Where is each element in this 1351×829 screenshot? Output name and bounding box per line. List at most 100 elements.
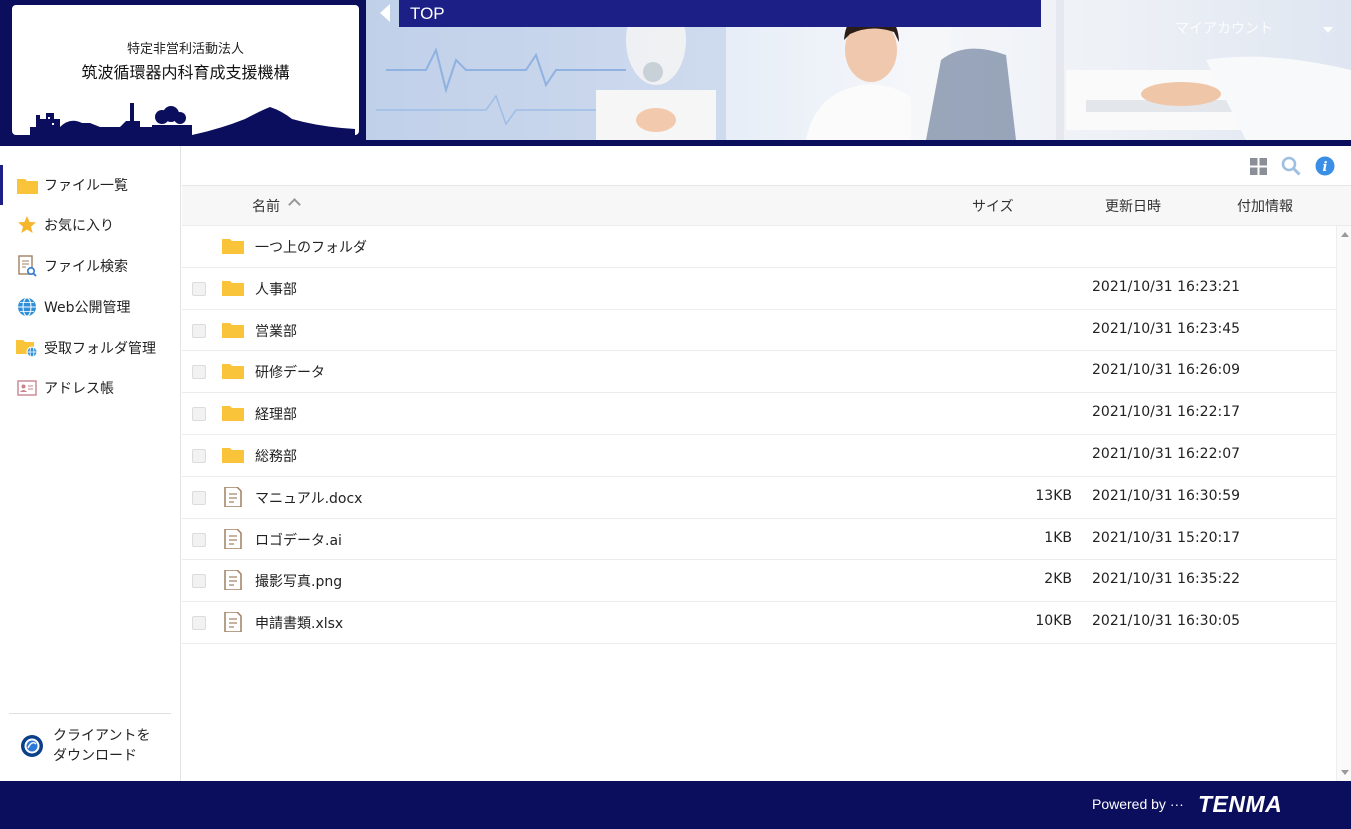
table-row[interactable]: 営業部 2021/10/31 16:23:45 [182, 310, 1336, 352]
client-app-icon [21, 735, 43, 757]
star-icon [16, 214, 38, 236]
row-checkbox[interactable] [192, 574, 206, 589]
table-row[interactable]: マニュアル.docx 13KB 2021/10/31 16:30:59 [182, 477, 1336, 519]
sidebar-item-label: アドレス帳 [44, 381, 114, 397]
breadcrumb[interactable]: TOP [399, 0, 1041, 27]
file-name[interactable]: 撮影写真.png [255, 571, 342, 591]
document-icon [224, 528, 242, 549]
file-size: 13KB [1035, 487, 1072, 504]
column-header-size[interactable]: サイズ [972, 196, 1014, 216]
document-icon [224, 612, 242, 633]
file-date: 2021/10/31 16:35:22 [1092, 571, 1241, 588]
org-logo[interactable]: 特定非営利活動法人 筑波循環器内科育成支援機構 [12, 5, 359, 135]
folder-icon [16, 174, 38, 196]
my-account-menu[interactable]: マイアカウント [1175, 18, 1273, 38]
org-name-label: 筑波循環器内科育成支援機構 [81, 63, 290, 82]
sidebar-item-label: ファイル一覧 [44, 178, 128, 194]
info-icon[interactable]: i [1315, 156, 1335, 176]
table-row[interactable]: 人事部 2021/10/31 16:23:21 [182, 268, 1336, 310]
folder-globe-icon [16, 337, 38, 359]
column-header-date[interactable]: 更新日時 [1105, 196, 1161, 216]
file-list: 一つ上のフォルダ 人事部 2021/10/31 16:23:21 営業部 202… [182, 226, 1336, 644]
chevron-down-icon[interactable] [1323, 27, 1333, 33]
file-name[interactable]: 総務部 [255, 446, 297, 466]
sidebar-item-favorites[interactable]: お気に入り [0, 205, 181, 245]
file-size: 10KB [1035, 613, 1072, 630]
scroll-down-icon[interactable] [1341, 770, 1349, 775]
folder-icon [222, 364, 244, 380]
sidebar-item-file-search[interactable]: ファイル検索 [0, 246, 181, 286]
row-checkbox[interactable] [192, 532, 206, 547]
file-date: 2021/10/31 16:30:59 [1092, 487, 1241, 504]
scroll-up-icon[interactable] [1341, 232, 1349, 237]
svg-text:i: i [1323, 160, 1328, 175]
folder-icon [222, 280, 244, 296]
table-row[interactable]: 申請書類.xlsx 10KB 2021/10/31 16:30:05 [182, 602, 1336, 644]
row-checkbox[interactable] [192, 281, 206, 296]
file-date: 2021/10/31 16:23:45 [1092, 320, 1241, 337]
file-date: 2021/10/31 16:22:07 [1092, 445, 1241, 462]
column-header-name[interactable]: 名前 [252, 196, 280, 216]
file-name[interactable]: 経理部 [255, 404, 297, 424]
search-icon[interactable] [1281, 156, 1301, 176]
row-checkbox[interactable] [192, 323, 206, 338]
file-toolbar: i [182, 146, 1351, 186]
address-card-icon [16, 377, 38, 399]
sidebar-item-label: ファイル検索 [44, 259, 128, 275]
table-row[interactable]: ロゴデータ.ai 1KB 2021/10/31 15:20:17 [182, 519, 1336, 561]
folder-icon [222, 447, 244, 463]
sidebar: ファイル一覧 お気に入り ファイル検索 Web公開管理 受取フォルダ管理 アドレ… [0, 146, 181, 781]
folder-icon [222, 406, 244, 422]
sort-ascending-icon[interactable] [288, 198, 301, 211]
sidebar-item-label: お気に入り [44, 218, 114, 234]
row-checkbox[interactable] [192, 448, 206, 463]
sidebar-item-receive-folder[interactable]: 受取フォルダ管理 [0, 328, 181, 368]
sidebar-item-label: 受取フォルダ管理 [44, 341, 156, 357]
file-date: 2021/10/31 16:30:05 [1092, 613, 1241, 630]
org-type-label: 特定非営利活動法人 [126, 42, 244, 57]
file-name[interactable]: 研修データ [255, 362, 325, 382]
row-checkbox[interactable] [192, 365, 206, 380]
table-row[interactable]: 撮影写真.png 2KB 2021/10/31 16:35:22 [182, 560, 1336, 603]
file-search-icon [16, 255, 38, 277]
globe-icon [16, 296, 38, 318]
file-date: 2021/10/31 16:23:21 [1092, 278, 1241, 295]
vertical-scrollbar[interactable] [1336, 226, 1351, 781]
folder-icon [222, 239, 244, 254]
table-row[interactable]: 総務部 2021/10/31 16:22:07 [182, 435, 1336, 477]
table-row[interactable]: 研修データ 2021/10/31 16:26:09 [182, 351, 1336, 394]
sidebar-item-file-list[interactable]: ファイル一覧 [0, 165, 181, 205]
document-icon [224, 486, 242, 507]
powered-by-label: Powered by ··· [1092, 796, 1184, 812]
app-header: 特定非営利活動法人 筑波循環器内科育成支援機構 TOP マイアカウント [0, 0, 1351, 146]
parent-folder-label: 一つ上のフォルダ [255, 240, 367, 256]
file-name[interactable]: 申請書類.xlsx [255, 613, 343, 633]
file-size: 2KB [1044, 571, 1072, 588]
sidebar-item-address-book[interactable]: アドレス帳 [0, 368, 181, 408]
file-name[interactable]: ロゴデータ.ai [255, 530, 342, 550]
file-date: 2021/10/31 16:26:09 [1092, 362, 1241, 379]
row-checkbox[interactable] [192, 616, 206, 631]
folder-icon [222, 322, 244, 338]
sidebar-item-label: Web公開管理 [44, 300, 131, 316]
file-name[interactable]: 人事部 [255, 279, 297, 299]
sidebar-divider [9, 713, 171, 714]
client-download-label: クライアントをダウンロード [53, 728, 151, 764]
grid-view-icon[interactable] [1248, 156, 1268, 176]
app-footer: Powered by ··· TENMA [0, 781, 1351, 829]
row-checkbox[interactable] [192, 490, 206, 505]
row-checkbox[interactable] [192, 407, 206, 422]
table-row[interactable]: 経理部 2021/10/31 16:22:17 [182, 393, 1336, 435]
file-date: 2021/10/31 15:20:17 [1092, 529, 1241, 546]
sidebar-item-web-publish[interactable]: Web公開管理 [0, 287, 181, 327]
client-download-link[interactable]: クライアントをダウンロード [20, 726, 163, 766]
column-header-info[interactable]: 付加情報 [1237, 196, 1293, 216]
file-name[interactable]: 営業部 [255, 321, 297, 341]
file-size: 1KB [1044, 529, 1072, 546]
breadcrumb-back-arrow-icon[interactable] [380, 4, 390, 22]
parent-folder-row[interactable]: 一つ上のフォルダ [182, 226, 1336, 268]
brand-logo: TENMA [1198, 791, 1283, 817]
document-icon [224, 570, 242, 591]
skyline-logo-graphic [30, 103, 355, 135]
file-name[interactable]: マニュアル.docx [255, 488, 362, 508]
